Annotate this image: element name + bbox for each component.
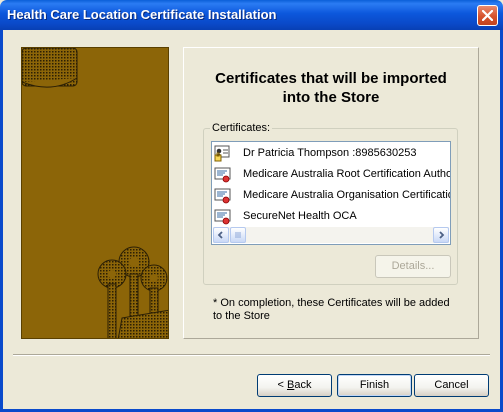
certificate-icon [214, 209, 231, 225]
certificates-group-label: Certificates: [210, 122, 273, 135]
scroll-thumb[interactable] [230, 227, 246, 243]
heading-line-1: Certificates that will be imported [215, 70, 447, 87]
close-icon [482, 10, 493, 21]
scroll-left-button[interactable] [213, 227, 229, 243]
certificates-list[interactable]: Dr Patricia Thompson :8985630253 Medicar… [211, 141, 451, 245]
window-frame-left [0, 30, 3, 412]
list-item[interactable]: Medicare Australia Root Certification Au… [214, 164, 451, 184]
title-bar[interactable]: Health Care Location Certificate Install… [0, 0, 503, 30]
certificate-name: Dr Patricia Thompson :8985630253 [243, 147, 417, 159]
list-item[interactable]: Dr Patricia Thompson :8985630253 [214, 143, 450, 163]
certificate-name: Medicare Australia Organisation Certific… [243, 189, 451, 201]
back-button[interactable]: < Back [257, 374, 332, 397]
grip-icon [235, 232, 241, 238]
list-item[interactable]: SecureNet Health OCA [214, 206, 450, 226]
wizard-side-image [21, 47, 169, 339]
horizontal-scrollbar[interactable] [213, 227, 449, 243]
chevron-left-icon [217, 231, 223, 239]
chevron-right-icon [439, 231, 445, 239]
window-title: Health Care Location Certificate Install… [7, 7, 277, 22]
back-button-rest: ack [294, 379, 312, 391]
finish-button[interactable]: Finish [337, 374, 412, 397]
heading-line-2: into the Store [282, 89, 380, 106]
scroll-right-button[interactable] [433, 227, 449, 243]
list-item[interactable]: Medicare Australia Organisation Certific… [214, 185, 451, 205]
completion-note: * On completion, these Certificates will… [213, 297, 450, 322]
certificate-name: Medicare Australia Root Certification Au… [243, 168, 451, 180]
page-heading: Certificates that will be imported into … [183, 69, 479, 107]
footer-separator [13, 354, 490, 356]
certificate-name: SecureNet Health OCA [243, 210, 357, 222]
certificate-icon [214, 188, 231, 204]
cancel-button[interactable]: Cancel [414, 374, 489, 397]
installation-dialog: Health Care Location Certificate Install… [0, 0, 503, 412]
certificate-icon [214, 167, 231, 183]
back-button-prefix: < [277, 379, 287, 391]
close-button[interactable] [477, 5, 498, 26]
details-button[interactable]: Details... [375, 255, 451, 278]
certificate-keys-illustration [22, 48, 168, 338]
personal-certificate-icon [214, 145, 230, 162]
